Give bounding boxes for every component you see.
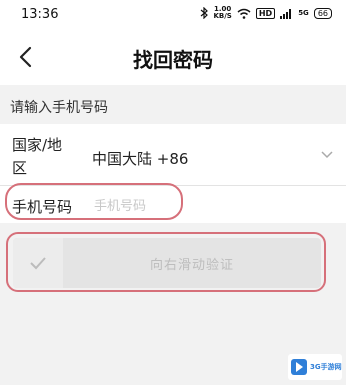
slide-verify[interactable]: 向右滑动验证 (13, 238, 321, 288)
network-speed: 1.00 KB/S (213, 6, 231, 20)
wifi-icon (237, 8, 251, 19)
watermark: 3G手游网 (288, 354, 342, 380)
phone-form: 国家/地区 中国大陆 +86 手机号码 (0, 124, 346, 223)
row-divider (0, 185, 346, 186)
network-speed-unit: KB/S (213, 12, 232, 20)
chevron-down-icon[interactable] (320, 150, 334, 160)
check-icon (30, 257, 46, 270)
country-label: 国家/地区 (12, 136, 63, 177)
section-label: 请输入手机号码 (10, 100, 108, 116)
phone-input[interactable] (92, 193, 186, 219)
slider-handle[interactable] (13, 238, 63, 288)
signal-label: 5G (298, 9, 309, 17)
header: 找回密码 (0, 30, 346, 85)
country-selector[interactable]: 中国大陆 +86 (92, 148, 188, 169)
slider-text: 向右滑动验证 (149, 258, 234, 273)
page-title: 找回密码 (133, 48, 213, 72)
status-icons: 1.00 KB/S HD 5G 66 (200, 6, 332, 20)
status-time: 13:36 (21, 7, 59, 22)
bluetooth-icon (201, 7, 209, 19)
watermark-text: 3G手游网 (310, 363, 342, 371)
hd-badge: HD (255, 7, 276, 19)
watermark-logo-icon (291, 359, 307, 375)
signal-icon (280, 8, 292, 19)
phone-label: 手机号码 (12, 198, 73, 216)
status-bar: 13:36 1.00 KB/S HD 5G 66 (0, 0, 346, 30)
battery-indicator: 66 (313, 7, 332, 19)
